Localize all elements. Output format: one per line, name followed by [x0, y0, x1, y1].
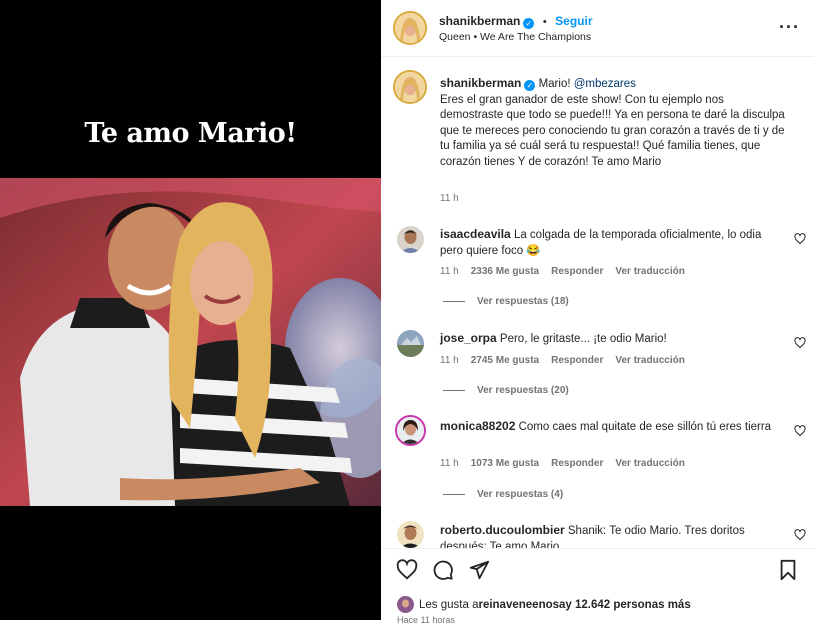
comment-likes[interactable]: 1073 Me gusta	[471, 458, 539, 469]
post-caption: shanikberman ✓ Mario! @mbezares Eres el g…	[440, 76, 790, 171]
comment-item: roberto.ducoulombier Shanik: Te odio Mar…	[440, 522, 785, 548]
view-replies-button[interactable]: Ver respuestas (20)	[443, 385, 569, 396]
comment-time: 11 h	[440, 458, 459, 469]
caption-mention-prefix: Mario!	[538, 78, 574, 90]
likes-count[interactable]: y 12.642 personas más	[565, 599, 690, 611]
view-replies-label: Ver respuestas (4)	[477, 489, 564, 500]
comment-like-icon[interactable]	[794, 425, 806, 437]
replies-line	[443, 494, 465, 495]
reply-button[interactable]: Responder	[551, 458, 603, 469]
comment-meta: 11 h 2745 Me gusta Responder Ver traducc…	[440, 355, 685, 366]
caption-time: 11 h	[440, 193, 459, 204]
reply-button[interactable]: Responder	[551, 355, 603, 366]
verified-icon: ✓	[524, 80, 536, 91]
liker-avatar[interactable]	[397, 596, 414, 613]
liker-username[interactable]: reinaveneenosa	[478, 599, 565, 611]
comment-username[interactable]: isaacdeavila	[440, 227, 511, 241]
audio-track[interactable]: Queen • We Are The Champions	[439, 31, 591, 43]
verified-icon: ✓	[523, 18, 535, 29]
comment-like-icon[interactable]	[794, 529, 806, 541]
post-sidebar: shanikberman ✓ • Seguir Queen • We Are Th…	[381, 0, 814, 625]
comment-time: 11 h	[440, 266, 459, 277]
author-avatar[interactable]	[393, 11, 427, 45]
translate-button[interactable]: Ver traducción	[615, 355, 684, 366]
follow-button[interactable]: Seguir	[555, 14, 592, 28]
commenter-avatar[interactable]	[397, 521, 424, 548]
send-icon[interactable]	[468, 559, 490, 581]
commenter-avatar[interactable]	[397, 226, 424, 253]
post-photo	[0, 178, 381, 506]
post-header: shanikberman ✓ • Seguir Queen • We Are Th…	[381, 0, 814, 57]
replies-line	[443, 301, 465, 302]
caption-username[interactable]: shanikberman	[440, 76, 521, 90]
separator-dot: •	[542, 16, 547, 28]
post-headline: Te amo Mario!	[84, 118, 297, 149]
comment-item: jose_orpa Pero, le gritaste... ¡te odio …	[440, 330, 785, 347]
comment-username[interactable]: roberto.ducoulombier	[440, 523, 565, 537]
caption-avatar[interactable]	[393, 70, 427, 104]
translate-button[interactable]: Ver traducción	[615, 458, 684, 469]
more-horizontal-icon[interactable]: ···	[779, 17, 800, 38]
view-replies-button[interactable]: Ver respuestas (4)	[443, 489, 563, 500]
comment-username[interactable]: monica88202	[440, 419, 515, 433]
author-username[interactable]: shanikberman	[439, 14, 520, 28]
comment-icon[interactable]	[432, 559, 454, 581]
comment-meta: 11 h 2336 Me gusta Responder Ver traducc…	[440, 266, 685, 277]
view-replies-button[interactable]: Ver respuestas (18)	[443, 296, 569, 307]
comment-item: isaacdeavila La colgada de la temporada …	[440, 226, 785, 259]
comment-text: Pero, le gritaste... ¡te odio Mario!	[499, 333, 667, 345]
view-replies-label: Ver respuestas (18)	[477, 296, 569, 307]
post-media[interactable]: Te amo Mario!	[0, 0, 381, 620]
likes-prefix: Les gusta a	[419, 598, 479, 611]
post-actions: Les gusta a reinaveneenosa y 12.642 pers…	[381, 548, 814, 625]
reply-button[interactable]: Responder	[551, 266, 603, 277]
translate-button[interactable]: Ver traducción	[615, 266, 684, 277]
view-replies-label: Ver respuestas (20)	[477, 385, 569, 396]
likes-summary: Les gusta a reinaveneenosa y 12.642 pers…	[397, 596, 691, 613]
caption-text: Eres el gran ganador de este show! Con t…	[440, 93, 785, 168]
comment-item: monica88202 Como caes mal quitate de ese…	[440, 418, 785, 435]
comment-likes[interactable]: 2336 Me gusta	[471, 266, 539, 277]
comment-likes[interactable]: 2745 Me gusta	[471, 355, 539, 366]
commenter-avatar[interactable]	[397, 330, 424, 357]
comment-like-icon[interactable]	[794, 233, 806, 245]
comment-time: 11 h	[440, 355, 459, 366]
replies-line	[443, 390, 465, 391]
comment-meta: 11 h 1073 Me gusta Responder Ver traducc…	[440, 458, 685, 469]
comment-username[interactable]: jose_orpa	[440, 331, 497, 345]
comment-like-icon[interactable]	[794, 337, 806, 349]
bookmark-icon[interactable]	[778, 559, 798, 581]
post-date: Hace 11 horas	[397, 615, 455, 625]
comment-text: Como caes mal quitate de ese sillón tú e…	[518, 421, 772, 433]
commenter-avatar[interactable]	[395, 415, 426, 446]
heart-icon[interactable]	[396, 559, 418, 581]
caption-mention[interactable]: @mbezares	[574, 78, 636, 90]
